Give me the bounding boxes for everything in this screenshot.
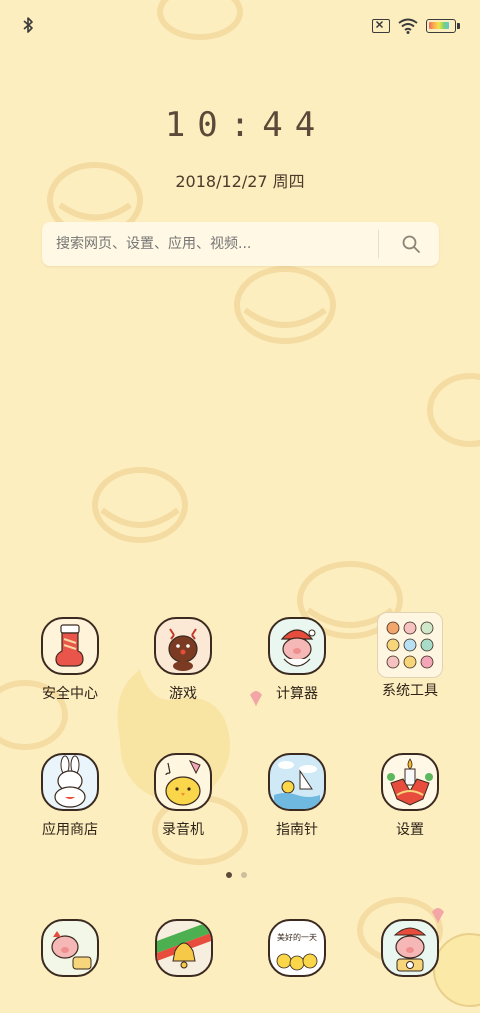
app-compass[interactable]: 指南针 bbox=[242, 753, 352, 839]
christmas-bell-icon bbox=[157, 921, 211, 969]
folder-system-tools[interactable]: 系统工具 bbox=[355, 612, 465, 700]
app-label: 应用商店 bbox=[42, 822, 98, 838]
page-dot-1[interactable] bbox=[226, 872, 232, 878]
clock-date[interactable]: 2018/12/27 周四 bbox=[0, 168, 480, 192]
app-settings[interactable]: 设置 bbox=[355, 753, 465, 839]
search-input[interactable] bbox=[56, 222, 376, 266]
clock-time[interactable]: 10:44 bbox=[0, 105, 480, 145]
chick-music-icon bbox=[154, 753, 212, 811]
chicks-boat-icon bbox=[268, 753, 326, 811]
app-label: 计算器 bbox=[276, 686, 318, 702]
wifi-icon bbox=[398, 18, 418, 34]
search-button[interactable] bbox=[394, 230, 428, 258]
christmas-stocking-icon bbox=[41, 617, 99, 675]
dock-contacts[interactable] bbox=[155, 919, 213, 977]
folder-icon bbox=[377, 612, 443, 678]
no-sim-icon bbox=[372, 19, 390, 33]
search-icon bbox=[402, 235, 420, 253]
pig-phone-icon bbox=[51, 931, 92, 970]
dock-messages[interactable]: 美好的一天 bbox=[268, 919, 326, 977]
app-label: 设置 bbox=[396, 822, 424, 838]
bunny-chick-icon bbox=[41, 753, 99, 811]
wallpaper-decorations bbox=[0, 0, 480, 1007]
app-app-store[interactable]: 应用商店 bbox=[15, 753, 125, 839]
page-dot-2[interactable] bbox=[241, 872, 247, 878]
search-divider bbox=[378, 230, 379, 258]
app-recorder[interactable]: 录音机 bbox=[128, 753, 238, 839]
app-label: 指南针 bbox=[276, 822, 318, 838]
battery-icon bbox=[426, 19, 460, 33]
search-bar[interactable] bbox=[42, 222, 439, 266]
app-label: 录音机 bbox=[162, 822, 204, 838]
app-label: 系统工具 bbox=[382, 683, 438, 699]
battery-level-fill bbox=[429, 22, 449, 29]
app-label: 游戏 bbox=[169, 686, 197, 702]
app-label: 安全中心 bbox=[42, 686, 98, 702]
reindeer-icon bbox=[154, 617, 212, 675]
page-indicator bbox=[226, 872, 247, 878]
app-calculator[interactable]: 计算器 bbox=[242, 617, 352, 703]
santa-pig-icon bbox=[268, 617, 326, 675]
app-games[interactable]: 游戏 bbox=[128, 617, 238, 703]
status-bar bbox=[0, 0, 480, 48]
beautiful-day-icon bbox=[276, 953, 318, 971]
christmas-candle-icon bbox=[381, 753, 439, 811]
dock-camera[interactable] bbox=[381, 919, 439, 977]
bluetooth-icon bbox=[23, 17, 33, 33]
pig-camera-icon bbox=[393, 927, 427, 972]
app-security-center[interactable]: 安全中心 bbox=[15, 617, 125, 703]
dock-phone[interactable] bbox=[41, 919, 99, 977]
